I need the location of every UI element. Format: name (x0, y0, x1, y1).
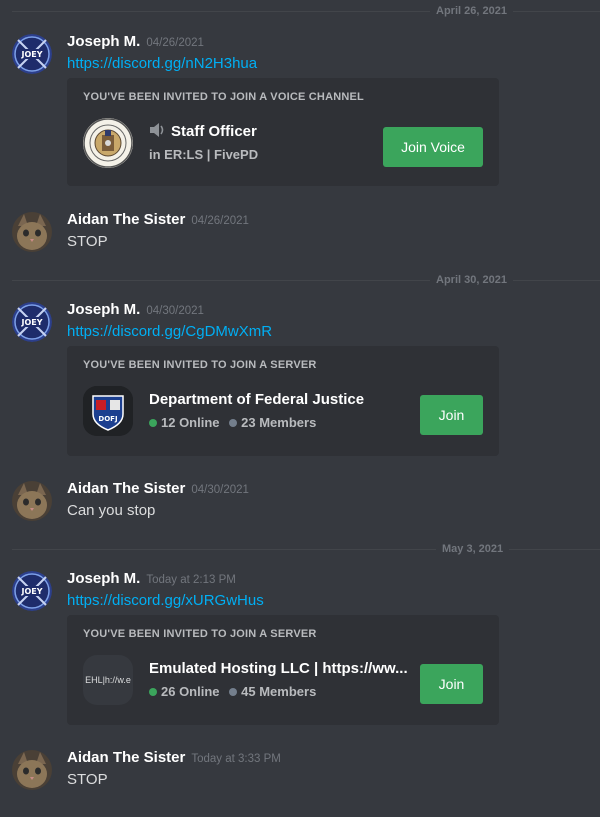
member-count: 45 Members (241, 684, 317, 699)
svg-text:JOEY: JOEY (20, 318, 42, 327)
kitten-avatar-icon (12, 481, 52, 521)
invite-link[interactable]: https://discord.gg/xURGwHus (67, 592, 264, 609)
server-initials-icon: EHL|h://w.e (83, 655, 133, 705)
svg-text:JOEY: JOEY (20, 587, 42, 596)
invite-subtitle: in ER:LS | FivePD (149, 147, 259, 162)
joey-avatar-icon: JOEY (12, 571, 52, 611)
invite-card: YOU'VE BEEN INVITED TO JOIN A SERVER EHL… (67, 615, 499, 725)
online-dot-icon (149, 419, 157, 427)
invite-heading: YOU'VE BEEN INVITED TO JOIN A VOICE CHAN… (83, 91, 364, 103)
server-initials: EHL|h://w.e (85, 675, 131, 685)
message-timestamp: Today at 3:33 PM (191, 753, 281, 765)
kitten-avatar-icon (12, 212, 52, 252)
invite-heading: YOU'VE BEEN INVITED TO JOIN A SERVER (83, 628, 317, 640)
author-name[interactable]: Joseph M. (67, 301, 140, 318)
avatar[interactable]: JOEY (12, 302, 52, 342)
author-name[interactable]: Aidan The Sister (67, 480, 185, 497)
county-seal-icon (83, 118, 133, 168)
kitten-avatar-icon (12, 750, 52, 790)
joey-avatar-icon: JOEY (12, 302, 52, 342)
join-server-button[interactable]: Join (420, 395, 483, 435)
author-name[interactable]: Aidan The Sister (67, 749, 185, 766)
member-count: 23 Members (241, 415, 317, 430)
date-divider-label: May 3, 2021 (436, 541, 510, 557)
chat-log: April 26, 2021 JOEY Joseph M. 04/26/2021 … (0, 0, 600, 817)
online-dot-icon (149, 688, 157, 696)
date-divider-label: April 26, 2021 (430, 3, 513, 19)
online-count: 12 Online (161, 415, 220, 430)
avatar[interactable] (12, 481, 52, 521)
author-name[interactable]: Joseph M. (67, 33, 140, 50)
author-name[interactable]: Joseph M. (67, 570, 140, 587)
invite-heading: YOU'VE BEEN INVITED TO JOIN A SERVER (83, 359, 317, 371)
avatar[interactable]: JOEY (12, 571, 52, 611)
joey-avatar-icon: JOEY (12, 34, 52, 74)
dofj-logo-icon: DOFJ (83, 386, 133, 436)
avatar[interactable] (12, 212, 52, 252)
date-divider: April 26, 2021 (12, 3, 600, 19)
members-dot-icon (229, 688, 238, 696)
speaker-icon (150, 123, 164, 137)
message-timestamp: 04/30/2021 (146, 305, 204, 317)
invite-title: Department of Federal Justice (149, 391, 365, 408)
author-name[interactable]: Aidan The Sister (67, 211, 185, 228)
invite-link[interactable]: https://discord.gg/nN2H3hua (67, 55, 257, 72)
invite-card: YOU'VE BEEN INVITED TO JOIN A VOICE CHAN… (67, 78, 499, 186)
avatar[interactable]: JOEY (12, 34, 52, 74)
join-server-button[interactable]: Join (420, 664, 483, 704)
dofj-logo-text: DOFJ (98, 415, 117, 423)
date-divider: May 3, 2021 (12, 541, 600, 557)
svg-text:JOEY: JOEY (20, 50, 42, 59)
invite-title: Emulated Hosting LLC | https://ww... (149, 660, 408, 677)
message-timestamp: 04/26/2021 (146, 37, 204, 49)
date-divider-label: April 30, 2021 (430, 272, 513, 288)
online-count: 26 Online (161, 684, 220, 699)
avatar[interactable] (12, 750, 52, 790)
date-divider: April 30, 2021 (12, 272, 600, 288)
message-timestamp: 04/30/2021 (191, 484, 249, 496)
message-text: STOP (67, 233, 108, 250)
message-timestamp: Today at 2:13 PM (146, 574, 236, 586)
invite-title: Staff Officer (171, 123, 257, 140)
join-voice-button[interactable]: Join Voice (383, 127, 483, 167)
invite-link[interactable]: https://discord.gg/CgDMwXmR (67, 323, 272, 340)
message-text: Can you stop (67, 502, 156, 519)
message-text: STOP (67, 771, 108, 788)
message-timestamp: 04/26/2021 (191, 215, 249, 227)
invite-card: YOU'VE BEEN INVITED TO JOIN A SERVER DOF… (67, 346, 499, 456)
members-dot-icon (229, 419, 238, 427)
